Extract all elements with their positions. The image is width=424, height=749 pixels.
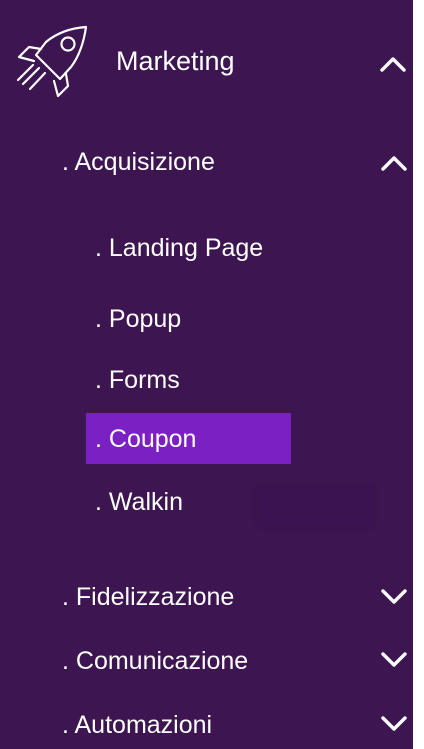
submenu-item-label: . Popup	[95, 305, 182, 333]
section-fidelizzazione-label: . Fidelizzazione	[62, 583, 235, 611]
submenu-item-label: . Coupon	[95, 425, 197, 453]
submenu-item-label: . Forms	[95, 366, 180, 394]
chevron-up-icon[interactable]	[380, 56, 406, 72]
rocket-icon	[16, 25, 88, 98]
submenu-item-walkin[interactable]: . Walkin	[0, 478, 413, 528]
section-acquisizione[interactable]: . Acquisizione	[0, 134, 413, 190]
submenu-item-label: . Landing Page	[95, 234, 264, 262]
marketing-menu-header[interactable]: Marketing	[0, 0, 413, 122]
marketing-label: Marketing	[116, 46, 235, 76]
section-fidelizzazione[interactable]: . Fidelizzazione	[0, 572, 413, 624]
submenu-item-label: . Walkin	[95, 488, 183, 516]
chevron-up-icon[interactable]	[381, 155, 407, 171]
marketing-sidebar-menu: Marketing . Acquisizione . Landing Page …	[0, 0, 413, 749]
submenu-item-landing-page[interactable]: . Landing Page	[0, 222, 413, 272]
chevron-down-icon[interactable]	[381, 652, 407, 668]
section-comunicazione-label: . Comunicazione	[62, 647, 249, 675]
submenu-item-forms[interactable]: . Forms	[0, 354, 413, 404]
section-comunicazione[interactable]: . Comunicazione	[0, 636, 413, 688]
chevron-down-icon[interactable]	[381, 716, 407, 732]
section-automazioni-label: . Automazioni	[62, 711, 213, 739]
section-acquisizione-label: . Acquisizione	[62, 148, 215, 176]
section-automazioni[interactable]: . Automazioni	[0, 700, 413, 749]
chevron-down-icon[interactable]	[381, 589, 407, 605]
submenu-item-coupon[interactable]: . Coupon	[0, 413, 413, 464]
submenu-item-popup[interactable]: . Popup	[0, 294, 413, 344]
